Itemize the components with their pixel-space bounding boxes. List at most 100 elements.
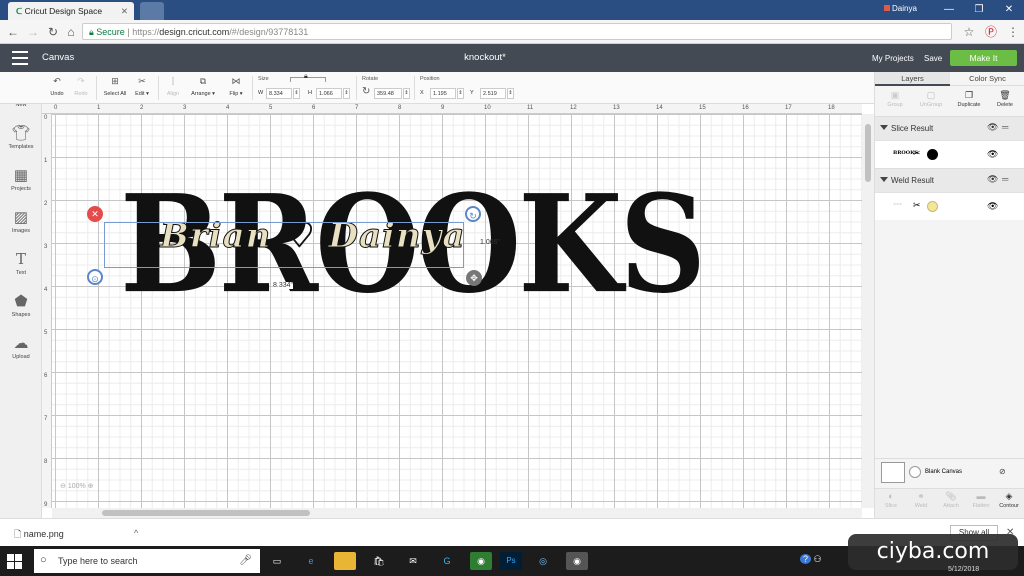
selection-box[interactable] — [104, 222, 464, 268]
group-button[interactable]: ▣ Group — [879, 90, 911, 108]
color-swatch[interactable] — [927, 201, 938, 212]
y-position-input[interactable]: 2.519 — [480, 88, 506, 99]
chevron-up-icon[interactable]: ^ — [134, 528, 138, 538]
help-icon[interactable]: ? — [800, 554, 812, 564]
ruler-tick-label: 5 — [44, 330, 48, 336]
undo-button[interactable]: ↶ Undo — [48, 76, 66, 97]
layer-item[interactable]: ~~~ ✂ 👁︎ — [875, 192, 1024, 220]
x-position-input[interactable]: 1.195 — [430, 88, 456, 99]
divider — [356, 76, 357, 100]
contour-button[interactable]: ◈ Contour — [995, 491, 1023, 509]
canvas-color-swatch[interactable] — [909, 466, 921, 478]
layer-group-weld[interactable]: Weld Result 👁︎ ═ — [875, 168, 1024, 192]
vertical-scrollbar[interactable] — [862, 114, 874, 508]
delete-button[interactable]: 🗑︎ Delete — [989, 90, 1021, 108]
duplicate-button[interactable]: ❐ Duplicate — [953, 90, 985, 108]
pinterest-icon[interactable]: Ⓟ — [982, 23, 1000, 41]
minimize-icon[interactable]: — — [934, 0, 964, 20]
arrange-button[interactable]: ⧉ Arrange ▾ — [190, 76, 216, 97]
hide-eye-icon[interactable]: ⊘ — [999, 467, 1006, 476]
home-icon[interactable]: ⌂ — [62, 23, 80, 41]
close-tab-icon[interactable]: ✕ — [121, 6, 128, 17]
people-icon[interactable]: ⚇ — [814, 554, 822, 564]
file-explorer-icon[interactable] — [334, 552, 356, 570]
chrome-menu-icon[interactable]: ⋮ — [1004, 23, 1022, 41]
rotate-input[interactable]: 359.48 — [374, 88, 402, 99]
edit-button[interactable]: ✂ Edit ▾ — [132, 76, 152, 97]
download-item[interactable]: 🗋︎ name.png — [14, 527, 64, 543]
canvas-color-square[interactable] — [881, 462, 905, 483]
width-input[interactable]: 8.334 — [266, 88, 292, 99]
layer-item[interactable]: BROOKS ✂ 👁︎ — [875, 140, 1024, 168]
resize-handle-icon[interactable]: ✥ — [466, 270, 482, 286]
rotate-handle-icon[interactable]: ↻ — [465, 206, 481, 222]
sidebar-item-projects[interactable]: ▦ Projects — [0, 166, 42, 192]
lock-ratio-icon[interactable]: 🔒︎ — [304, 73, 308, 81]
new-tab-button[interactable] — [140, 2, 164, 20]
star-icon[interactable]: ☆ — [960, 23, 978, 41]
ungroup-button[interactable]: ▢ UnGroup — [915, 90, 947, 108]
edge-icon[interactable]: e — [300, 552, 322, 570]
collapse-arrow-icon[interactable] — [880, 177, 888, 182]
back-arrow-icon[interactable]: ← — [4, 23, 22, 41]
sidebar-item-text[interactable]: T Text — [0, 250, 42, 276]
height-stepper[interactable]: ⇕ — [343, 88, 350, 99]
flip-button[interactable]: ⋈ Flip ▾ — [226, 76, 246, 97]
blank-canvas-row[interactable]: Blank Canvas ⊘ — [875, 458, 1024, 488]
close-window-icon[interactable]: ✕ — [994, 0, 1024, 20]
taskbar-search-input[interactable]: ○ Type here to search 🎤︎ — [34, 549, 260, 573]
delete-handle-icon[interactable]: ✕ — [87, 206, 103, 222]
browser-tab[interactable]: ᑕ Cricut Design Space ✕ — [8, 2, 134, 20]
sidebar-item-upload[interactable]: ☁ Upload — [0, 334, 42, 360]
chrome-icon[interactable]: ◉ — [470, 552, 492, 570]
attach-button[interactable]: 📎︎ Attach — [937, 491, 965, 509]
app-icon[interactable]: ◎ — [532, 552, 554, 570]
profile-name[interactable]: Dainya — [884, 4, 917, 13]
sidebar-item-images[interactable]: ▨ Images — [0, 208, 42, 234]
tab-layers[interactable]: Layers — [875, 72, 950, 86]
eye-icon[interactable]: 👁︎ — [987, 174, 998, 185]
mail-icon[interactable]: ✉ — [402, 552, 424, 570]
width-stepper[interactable]: ⇕ — [293, 88, 300, 99]
eye-icon[interactable]: 👁︎ — [987, 201, 998, 212]
drag-handle-icon[interactable]: ═ — [1002, 174, 1008, 184]
rotate-stepper[interactable]: ⇕ — [403, 88, 410, 99]
align-button[interactable]: ⫿ Align — [162, 76, 184, 97]
zoom-control[interactable]: ⊖ 100% ⊕ — [60, 482, 94, 490]
eye-icon[interactable]: 👁︎ — [987, 149, 998, 160]
x-stepper[interactable]: ⇕ — [457, 88, 464, 99]
app-icon[interactable]: G — [436, 552, 458, 570]
my-projects-link[interactable]: My Projects — [872, 54, 914, 63]
sidebar-item-shapes[interactable]: ⬟ Shapes — [0, 292, 42, 318]
height-input[interactable]: 1.066 — [316, 88, 342, 99]
maximize-icon[interactable]: ❐ — [964, 0, 994, 20]
weld-button[interactable]: ⚭ Weld — [907, 491, 935, 509]
horizontal-scrollbar[interactable] — [52, 508, 862, 518]
chrome-icon[interactable]: ◉ — [566, 552, 588, 570]
windows-start-icon[interactable] — [4, 552, 26, 570]
scroll-thumb[interactable] — [865, 124, 871, 182]
lock-handle-icon[interactable]: ⊙ — [87, 269, 103, 285]
y-stepper[interactable]: ⇕ — [507, 88, 514, 99]
redo-button[interactable]: ↷ Redo — [72, 76, 90, 97]
slice-button[interactable]: ◐ Slice — [877, 491, 905, 509]
url-input[interactable]: 🔒︎ Secure | https://design.cricut.com/#/… — [82, 23, 952, 40]
microphone-icon[interactable]: 🎤︎ — [239, 555, 252, 566]
make-it-button[interactable]: Make It — [950, 50, 1017, 66]
task-view-icon[interactable]: ▭ — [266, 552, 288, 570]
scroll-thumb[interactable] — [102, 510, 310, 516]
tab-color-sync[interactable]: Color Sync — [950, 72, 1024, 86]
select-all-button[interactable]: ⊞ Select All — [102, 76, 128, 97]
flatten-button[interactable]: ▬ Flatten — [967, 491, 995, 509]
sidebar-item-templates[interactable]: 👕︎ Templates — [0, 124, 42, 150]
reload-icon[interactable]: ↻ — [44, 23, 62, 41]
eye-icon[interactable]: 👁︎ — [987, 122, 998, 133]
collapse-arrow-icon[interactable] — [880, 125, 888, 130]
forward-arrow-icon[interactable]: → — [24, 23, 42, 41]
store-icon[interactable]: 🛍︎ — [368, 552, 390, 570]
color-swatch[interactable] — [927, 149, 938, 160]
drag-handle-icon[interactable]: ═ — [1002, 122, 1008, 132]
layer-group-slice[interactable]: Slice Result 👁︎ ═ — [875, 116, 1024, 140]
save-link[interactable]: Save — [924, 54, 942, 63]
photoshop-icon[interactable]: Ps — [500, 552, 522, 570]
